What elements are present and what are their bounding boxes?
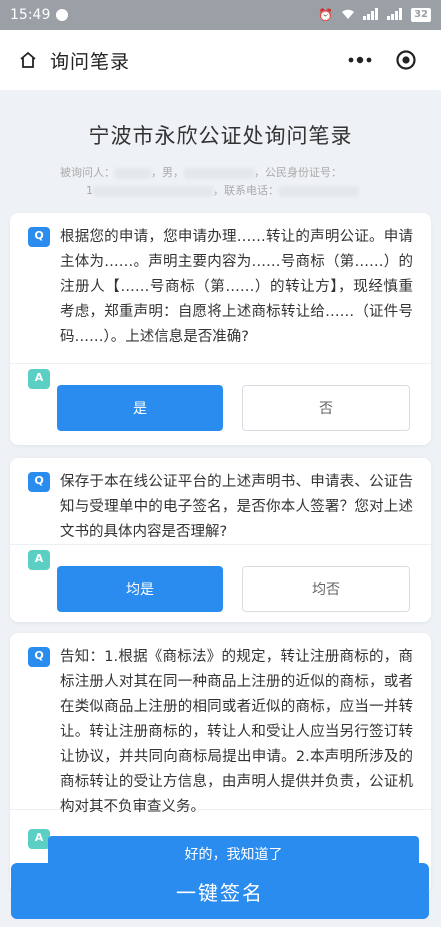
meta-gender: ，男， [151,166,184,179]
answer-all-no-button[interactable]: 均否 [242,566,410,612]
question-text-1: 根据您的申请，您申请办理……转让的声明公证。申请主体为……。声明主要内容为……号… [60,229,413,345]
one-click-sign-button[interactable]: 一键签名 [11,863,429,919]
target-close-icon[interactable] [383,44,429,76]
answer-no-button[interactable]: 否 [242,385,410,431]
meta-line-1: 被询问人： ，男， ，公民身份证号： [60,164,390,182]
answer-badge-icon: A [28,369,50,389]
title-bar: 询问笔录 [0,30,441,90]
page-title: 询问笔录 [50,50,131,73]
meta-interviewee-label: 被询问人： [60,166,115,179]
status-bar: 15:49 ⏰ 32 [0,0,441,30]
question-text-2: 保存于本在线公证平台的上述声明书、申请表、公证告知与受理单中的电子签名，是否你本… [60,474,413,540]
meta-line-2: 1 ，联系电话： [86,182,416,200]
notice-text: 告知：1.根据《商标法》的规定，转让注册商标的，商标注册人对其在同一种商品上注册… [60,649,413,815]
signal-icon [363,7,379,23]
meta-phone-label: ，联系电话： [213,184,279,197]
meta-id-label: ，公民身份证号： [254,166,342,179]
question-badge-icon: Q [28,227,50,247]
meta-id-prefix: 1 [86,184,93,197]
more-dots-icon[interactable] [337,44,383,76]
notice-card: Q 告知：1.根据《商标法》的规定，转让注册商标的，商标注册人对其在同一种商品上… [10,633,431,893]
divider [10,363,431,364]
answer-badge-icon: A [28,829,50,849]
answer-all-yes-button[interactable]: 均是 [57,566,223,612]
signal-icon-2 [387,7,403,23]
document-title: 宁波市永欣公证处询问笔录 [88,124,353,148]
question-badge-icon: Q [28,647,50,667]
answer-yes-button[interactable]: 是 [57,385,223,431]
redacted-info [184,167,254,179]
answer-badge-icon: A [28,550,50,570]
redacted-phone [279,185,359,197]
wifi-icon [341,8,355,23]
status-time: 15:49 [10,7,51,23]
alarm-icon: ⏰ [318,8,334,22]
redacted-name [115,167,151,179]
content-area: 宁波市永欣公证处询问笔录 被询问人： ，男， ，公民身份证号： 1 ，联系电话： Q … [0,90,441,927]
question-badge-icon: Q [28,472,50,492]
notification-icon [56,9,69,21]
home-icon[interactable] [14,46,42,74]
question-card-2: Q 保存于本在线公证平台的上述声明书、申请表、公证告知与受理单中的电子签名，是否… [10,458,431,622]
question-card-1: Q 根据您的申请，您申请办理……转让的声明公证。申请主体为……。声明主要内容为…… [10,213,431,445]
battery-icon: 32 [411,8,431,22]
mini-program-capsule [337,44,429,76]
redacted-id [93,185,213,197]
